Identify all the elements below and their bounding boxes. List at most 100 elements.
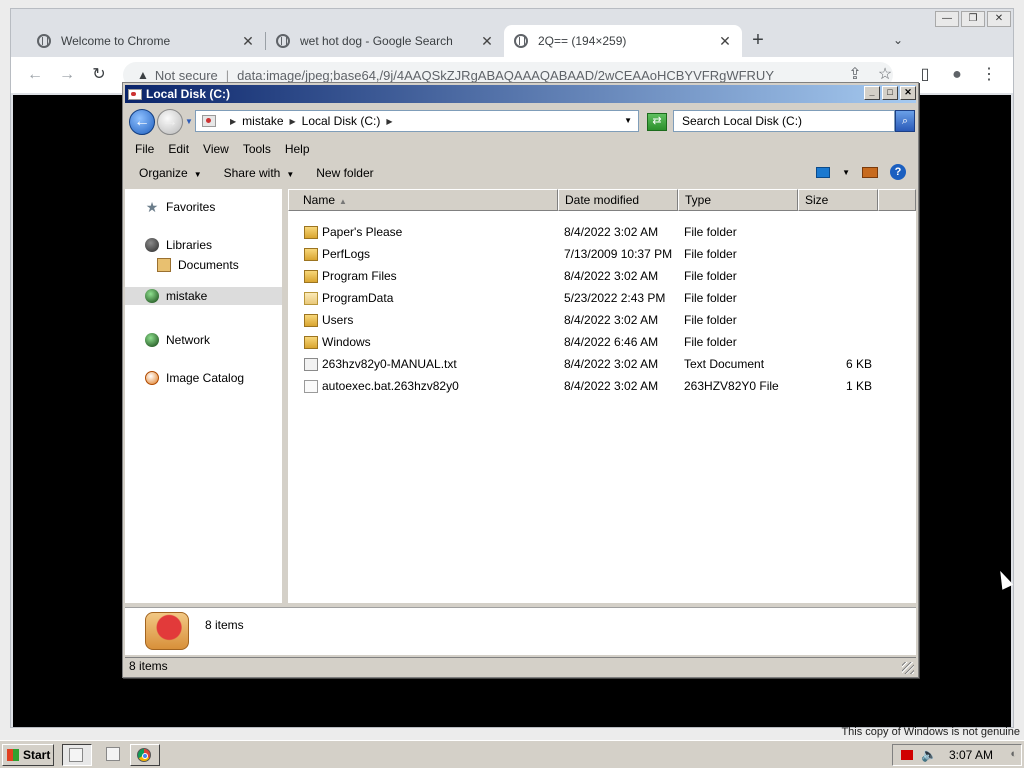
minimize-button[interactable]: _ bbox=[864, 86, 880, 100]
chrome-restore-button[interactable]: ❐ bbox=[961, 11, 985, 27]
tab-close-icon[interactable]: ✕ bbox=[241, 33, 255, 50]
nav-item-network[interactable]: Network bbox=[145, 330, 210, 350]
nav-item-image-catalog[interactable]: Image Catalog bbox=[145, 368, 244, 388]
tab-image[interactable]: 2Q== (194×259) ✕ bbox=[504, 25, 742, 57]
table-row[interactable]: Users 8/4/2022 3:02 AM File folder bbox=[288, 309, 916, 331]
folder-icon bbox=[304, 225, 318, 239]
tab-welcome[interactable]: Welcome to Chrome ✕ bbox=[27, 25, 265, 57]
taskbar: Start 🔈 3:07 AM ◐ bbox=[0, 740, 1024, 768]
back-button[interactable]: ← bbox=[129, 109, 155, 135]
share-with-button[interactable]: Share with ▼ bbox=[224, 166, 295, 180]
menu-help[interactable]: Help bbox=[285, 142, 310, 156]
file-type: File folder bbox=[684, 225, 737, 239]
table-row[interactable]: PerfLogs 7/13/2009 10:37 PM File folder bbox=[288, 243, 916, 265]
file-name: ProgramData bbox=[322, 291, 394, 305]
view-options-dropdown-icon[interactable]: ▼ bbox=[842, 168, 850, 177]
volume-icon[interactable]: 🔈 bbox=[921, 747, 937, 763]
tab-close-icon[interactable]: ✕ bbox=[718, 33, 732, 50]
table-row[interactable]: Windows 8/4/2022 6:46 AM File folder bbox=[288, 331, 916, 353]
search-icon[interactable]: ⌕ bbox=[895, 110, 915, 132]
file-name: Users bbox=[322, 313, 354, 327]
forward-arrow-icon[interactable]: → bbox=[55, 63, 79, 87]
recent-pages-dropdown-icon[interactable]: ▼ bbox=[185, 117, 193, 126]
status-bar: 8 items bbox=[125, 657, 916, 675]
table-row[interactable]: autoexec.bat.263hzv82y0 8/4/2022 3:02 AM… bbox=[288, 375, 916, 397]
help-icon[interactable]: ? bbox=[890, 164, 906, 180]
profile-avatar-icon[interactable]: ● bbox=[945, 63, 969, 87]
breadcrumb-arrow-icon[interactable]: ▶ bbox=[386, 117, 392, 126]
warning-icon: ▲ bbox=[137, 68, 149, 82]
nav-item-favorites[interactable]: ★ Favorites bbox=[145, 197, 216, 217]
libraries-icon bbox=[145, 238, 159, 252]
reload-icon[interactable]: ↻ bbox=[87, 63, 111, 87]
start-button[interactable]: Start bbox=[2, 744, 54, 766]
breadcrumb-arrow-icon[interactable]: ▶ bbox=[230, 117, 236, 126]
close-button[interactable]: ✕ bbox=[900, 86, 916, 100]
documents-icon bbox=[157, 258, 171, 272]
maximize-button[interactable]: □ bbox=[882, 86, 898, 100]
table-row[interactable]: 263hzv82y0-MANUAL.txt 8/4/2022 3:02 AM T… bbox=[288, 353, 916, 375]
address-history-dropdown-icon[interactable]: ▼ bbox=[624, 116, 632, 125]
chrome-minimize-button[interactable]: — bbox=[935, 11, 959, 27]
search-input[interactable]: Search Local Disk (C:) bbox=[673, 110, 895, 132]
column-header-size[interactable]: Size bbox=[798, 189, 878, 211]
menu-bar: File Edit View Tools Help bbox=[125, 139, 916, 159]
menu-edit[interactable]: Edit bbox=[168, 142, 189, 156]
text-file-icon bbox=[304, 357, 318, 371]
menu-view[interactable]: View bbox=[203, 142, 229, 156]
breadcrumb[interactable]: ▶ mistake ▶ Local Disk (C:) ▶ ▼ bbox=[195, 110, 639, 132]
kebab-menu-icon[interactable]: ⋮ bbox=[977, 63, 1001, 87]
breadcrumb-arrow-icon[interactable]: ▶ bbox=[290, 117, 296, 126]
file-date: 8/4/2022 3:02 AM bbox=[564, 379, 659, 393]
tray-flag-icon[interactable] bbox=[901, 750, 913, 760]
file-date: 8/4/2022 6:46 AM bbox=[564, 335, 659, 349]
chevron-down-icon: ▼ bbox=[286, 170, 295, 179]
back-arrow-icon[interactable]: ← bbox=[23, 63, 47, 87]
windows-flag-icon bbox=[7, 749, 19, 761]
menu-tools[interactable]: Tools bbox=[243, 142, 271, 156]
change-view-icon[interactable] bbox=[816, 166, 831, 178]
file-name: Windows bbox=[322, 335, 371, 349]
preview-pane-icon[interactable] bbox=[862, 166, 878, 178]
organize-button[interactable]: Organize ▼ bbox=[139, 166, 202, 180]
breadcrumb-item-local-disk[interactable]: Local Disk (C:) bbox=[302, 114, 381, 128]
refresh-button[interactable]: ⇄ bbox=[647, 113, 667, 131]
nav-item-libraries[interactable]: Libraries bbox=[145, 235, 212, 255]
column-header-date-modified[interactable]: Date modified bbox=[558, 189, 678, 211]
table-row[interactable]: Program Files 8/4/2022 3:02 AM File fold… bbox=[288, 265, 916, 287]
nav-item-documents[interactable]: Documents bbox=[157, 255, 239, 275]
taskbar-chrome-button[interactable] bbox=[130, 744, 160, 766]
taskbar-explorer-button[interactable] bbox=[62, 744, 92, 766]
column-header-label: Name bbox=[303, 193, 336, 207]
folder-icon bbox=[304, 269, 318, 283]
chrome-window-controls: — ❐ ✕ bbox=[933, 11, 1011, 27]
tab-google-search[interactable]: wet hot dog - Google Search ✕ bbox=[266, 25, 504, 57]
forward-button[interactable]: → bbox=[157, 109, 183, 135]
taskbar-file-button[interactable] bbox=[100, 744, 122, 766]
breadcrumb-item-mistake[interactable]: mistake bbox=[242, 114, 283, 128]
file-size: 1 KB bbox=[845, 379, 872, 393]
file-date: 8/4/2022 3:02 AM bbox=[564, 313, 659, 327]
new-folder-button[interactable]: New folder bbox=[316, 166, 373, 180]
nav-item-label: mistake bbox=[166, 289, 208, 303]
column-header-type[interactable]: Type bbox=[678, 189, 798, 211]
folder-icon bbox=[304, 247, 318, 261]
tab-close-icon[interactable]: ✕ bbox=[480, 33, 494, 50]
tab-title: wet hot dog - Google Search bbox=[300, 34, 453, 48]
tab-search-chevron-icon[interactable]: ⌄ bbox=[893, 33, 903, 47]
nav-item-label: Network bbox=[166, 333, 211, 347]
clock[interactable]: 3:07 AM bbox=[949, 748, 993, 762]
chrome-close-button[interactable]: ✕ bbox=[987, 11, 1011, 27]
column-header-name[interactable]: Name ▲ bbox=[288, 189, 558, 211]
explorer-titlebar[interactable]: Local Disk (C:) _ □ ✕ bbox=[125, 85, 916, 103]
genuine-notice: This copy of Windows is not genuine bbox=[841, 726, 1020, 738]
tray-notification-icon[interactable]: ◐ bbox=[1010, 748, 1017, 760]
angry-bird-thumbnail-icon bbox=[145, 612, 189, 650]
table-row[interactable]: ProgramData 5/23/2022 2:43 PM File folde… bbox=[288, 287, 916, 309]
menu-file[interactable]: File bbox=[135, 142, 154, 156]
table-row[interactable]: Paper's Please 8/4/2022 3:02 AM File fol… bbox=[288, 221, 916, 243]
file-date: 8/4/2022 3:02 AM bbox=[564, 225, 659, 239]
resize-grip-icon[interactable] bbox=[902, 662, 914, 674]
nav-item-mistake[interactable]: mistake bbox=[125, 287, 282, 305]
new-tab-button[interactable]: + bbox=[742, 25, 774, 57]
